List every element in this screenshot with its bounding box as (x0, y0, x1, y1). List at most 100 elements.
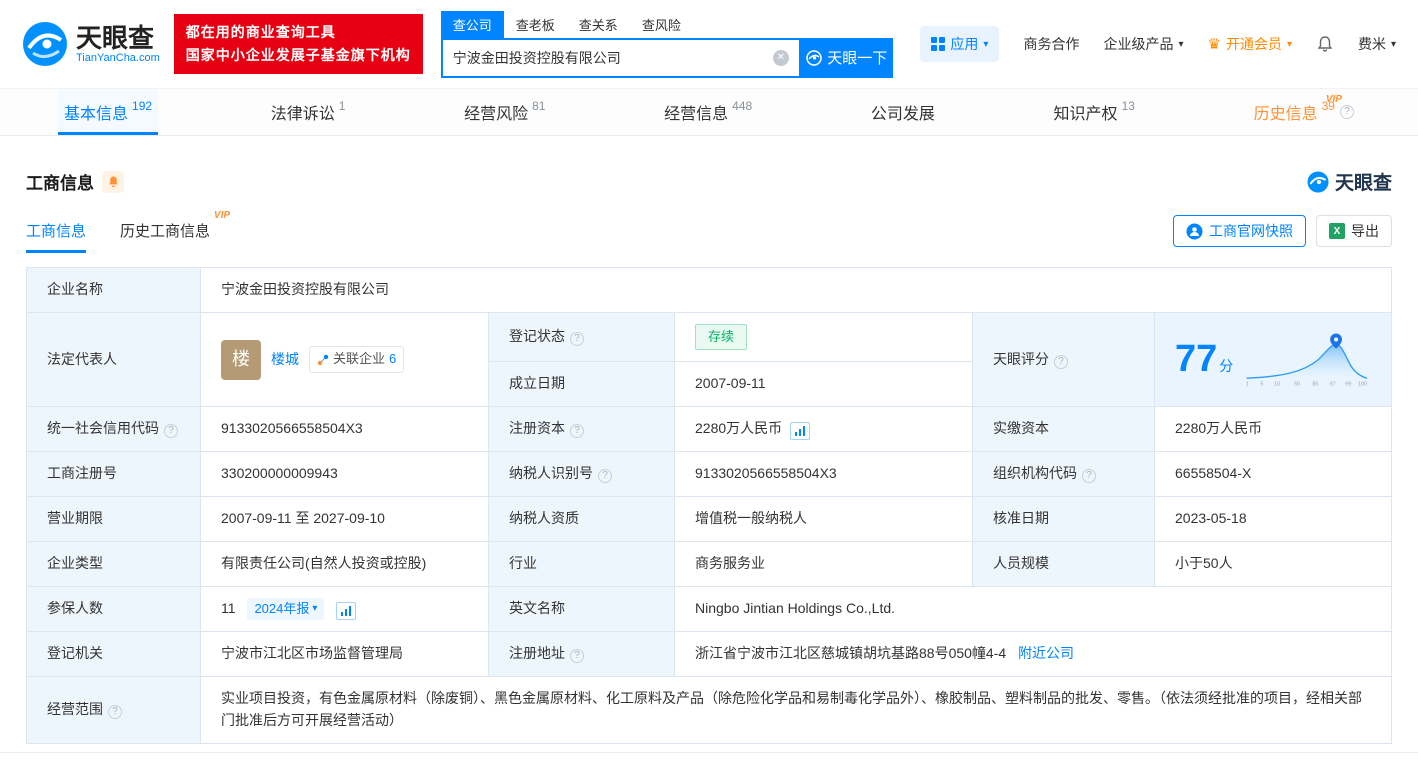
nav-tab-label: 经营风险 (464, 106, 529, 123)
help-icon[interactable]: ? (598, 469, 612, 484)
value-paid-capital: 2280万人民币 (1154, 406, 1392, 453)
official-snapshot-button[interactable]: 工商官网快照 (1173, 215, 1306, 247)
capital-trend-icon[interactable] (790, 422, 811, 441)
network-icon (317, 354, 329, 365)
nav-tab-label: 公司发展 (870, 106, 935, 123)
search-input[interactable]: 宁波金田投资控股有限公司 ✕ (440, 37, 801, 78)
nav-tab-intellectual-property[interactable]: 知识产权 13 (1048, 89, 1141, 135)
annual-report-link[interactable]: 2024年报 ▾ (247, 598, 325, 621)
label-industry: 行业 (488, 541, 675, 588)
score-value: 77 (1175, 338, 1218, 381)
user-menu[interactable]: 费米 ▾ (1358, 34, 1396, 54)
label-reg-capital: 注册资本? (488, 406, 675, 453)
promo-banner: 都在用的商业查询工具 国家中小企业发展子基金旗下机构 (173, 13, 423, 75)
clear-icon[interactable]: ✕ (772, 49, 789, 66)
nav-tab-count: 1 (338, 99, 346, 113)
subtab-label: 历史工商信息 (120, 223, 211, 240)
vip-label: 开通会员 (1225, 36, 1282, 52)
svg-text:1: 1 (1246, 381, 1249, 387)
apps-menu[interactable]: 应用 ▾ (920, 26, 1000, 62)
nearby-companies-link[interactable]: 附近公司 (1018, 645, 1074, 661)
export-button[interactable]: X 导出 (1316, 215, 1392, 247)
value-org-code: 66558504-X (1154, 451, 1392, 498)
nav-tab-label: 历史信息 (1253, 106, 1318, 123)
nav-tab-operation-info[interactable]: 经营信息 448 (658, 89, 758, 135)
value-company-type: 有限责任公司(自然人投资或控股) (200, 541, 489, 588)
value-score[interactable]: 77 分 1 5 10 50 85 97 99 100 (1154, 311, 1392, 408)
annual-report-label: 2024年报 (254, 601, 310, 617)
label-reg-status: 登记状态? (488, 311, 675, 363)
crown-icon: ♛ (1207, 36, 1221, 53)
subtab-business-info[interactable]: 工商信息 (26, 220, 87, 253)
chevron-down-icon: ▾ (983, 38, 989, 50)
related-count: 6 (389, 351, 397, 367)
nav-tab-operation-risk[interactable]: 经营风险 81 (458, 89, 551, 135)
search-tab-relation[interactable]: 查关系 (567, 11, 630, 38)
search-button[interactable]: 天眼一下 (800, 37, 893, 78)
search-tab-boss[interactable]: 查老板 (504, 11, 567, 38)
cooperation-link[interactable]: 商务合作 (1023, 34, 1079, 54)
enterprise-label: 企业级产品 (1103, 36, 1174, 52)
help-icon[interactable]: ? (108, 705, 122, 720)
search-button-logo-icon (806, 49, 822, 66)
header-menu: 应用 ▾ 商务合作 企业级产品 ▾ ♛ 开通会员 ▾ 费米 ▾ (920, 26, 1396, 62)
svg-text:5: 5 (1261, 381, 1264, 387)
chevron-down-icon: ▾ (1390, 38, 1396, 50)
legal-rep-avatar[interactable]: 楼 (221, 339, 261, 380)
notification-bell[interactable] (1316, 35, 1334, 53)
tianyancha-logo[interactable]: 天眼查 TianYanCha.com (22, 21, 160, 67)
label-company-type: 企业类型 (26, 541, 201, 588)
help-icon[interactable]: ? (1339, 105, 1354, 119)
svg-text:10: 10 (1274, 381, 1280, 387)
help-icon[interactable]: ? (1054, 354, 1068, 369)
label-credit-code: 统一社会信用代码? (26, 406, 201, 453)
help-icon[interactable]: ? (570, 424, 584, 439)
nav-tab-company-development[interactable]: 公司发展 (865, 89, 941, 135)
excel-icon: X (1329, 223, 1345, 239)
nav-tab-label: 经营信息 (664, 106, 729, 123)
search-tab-company[interactable]: 查公司 (440, 10, 504, 38)
vip-badge: VIP (213, 210, 231, 221)
top-header: 天眼查 TianYanCha.com 都在用的商业查询工具 国家中小企业发展子基… (0, 0, 1418, 88)
value-company-name: 宁波金田投资控股有限公司 (200, 267, 1392, 313)
help-icon[interactable]: ? (164, 424, 178, 439)
chevron-down-icon: ▾ (1178, 38, 1184, 50)
label-reg-authority: 登记机关 (26, 631, 201, 678)
value-reg-no: 330200000009943 (200, 451, 489, 498)
value-approve-date: 2023-05-18 (1154, 496, 1392, 543)
enterprise-menu[interactable]: 企业级产品 ▾ (1103, 34, 1183, 54)
export-label: 导出 (1351, 223, 1379, 239)
related-label: 关联企业 (333, 351, 386, 367)
search-button-label: 天眼一下 (827, 50, 888, 67)
value-taxpayer-type: 增值税一般纳税人 (674, 496, 973, 543)
help-icon[interactable]: ? (1082, 469, 1096, 484)
subtab-history-business-info[interactable]: VIP 历史工商信息 (120, 210, 230, 253)
search-area: 查公司 查老板 查关系 查风险 宁波金田投资控股有限公司 ✕ 天眼一下 (440, 10, 893, 78)
vip-upgrade-link[interactable]: ♛ 开通会员 ▾ (1207, 34, 1291, 54)
promo-line1: 都在用的商业查询工具 (185, 23, 336, 40)
subsection-tabs: 工商信息 VIP 历史工商信息 工商官网快照 X 导出 (26, 210, 1392, 253)
bottom-divider (0, 751, 1418, 753)
value-establish-date: 2007-09-11 (674, 361, 973, 408)
label-company-name: 企业名称 (26, 267, 201, 313)
nav-tab-legal[interactable]: 法律诉讼 1 (265, 89, 352, 135)
score-distribution-chart: 1 5 10 50 85 97 99 100 (1246, 333, 1368, 387)
search-tab-risk[interactable]: 查风险 (630, 11, 693, 38)
nav-tab-history-info[interactable]: VIP 历史信息 39 ? (1248, 89, 1360, 135)
monitor-bell-button[interactable] (102, 170, 124, 193)
legal-rep-link[interactable]: 楼城 (271, 349, 299, 371)
svg-text:100: 100 (1358, 381, 1367, 387)
nav-tab-basic-info[interactable]: 基本信息 192 (58, 89, 159, 135)
logo-eye-icon (1307, 170, 1329, 193)
nav-tab-label: 基本信息 (64, 106, 129, 123)
cooperation-label: 商务合作 (1023, 36, 1080, 52)
bell-icon (1317, 36, 1333, 52)
help-icon[interactable]: ? (570, 649, 584, 664)
value-credit-code: 9133020566558504X3 (200, 406, 489, 453)
value-address: 浙江省宁波市江北区慈城镇胡坑基路88号050幢4-4 附近公司 (674, 631, 1392, 678)
related-companies-tag[interactable]: 关联企业 6 (309, 346, 405, 373)
insured-trend-icon[interactable] (336, 602, 357, 621)
help-icon[interactable]: ? (570, 332, 584, 347)
nav-tab-count: 13 (1121, 99, 1135, 113)
label-approve-date: 核准日期 (972, 496, 1155, 543)
